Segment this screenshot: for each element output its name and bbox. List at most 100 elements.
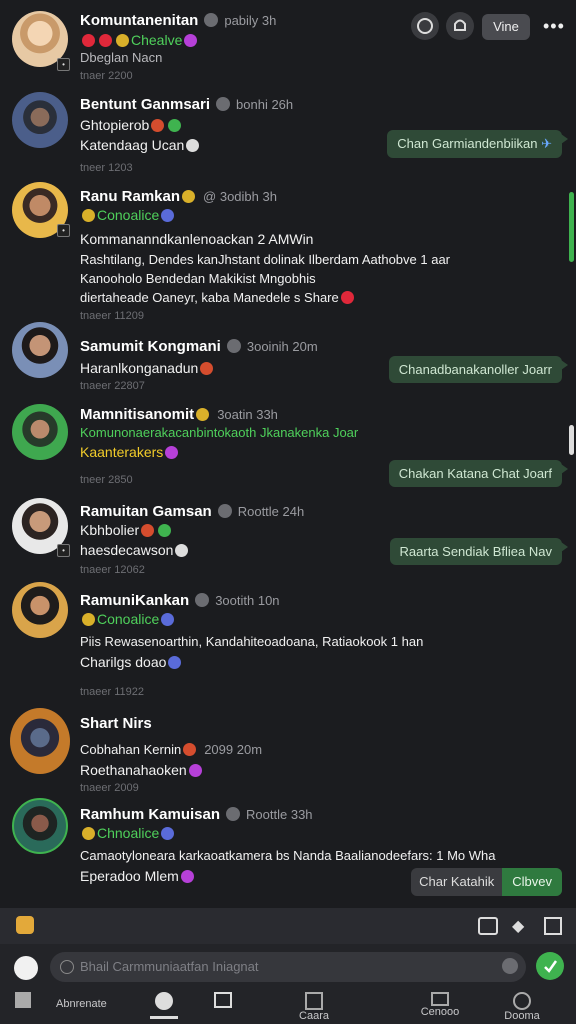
bubble-text: Char Katahik bbox=[419, 874, 495, 889]
more-menu-icon[interactable]: ••• bbox=[543, 16, 565, 37]
chat-feed: Vine ••• • Komuntanenitan pabily 3h Cheal… bbox=[0, 0, 576, 908]
avatar[interactable] bbox=[10, 708, 70, 774]
status-badge: • bbox=[57, 224, 70, 237]
username[interactable]: Shart Nirs bbox=[80, 715, 152, 732]
username[interactable]: Ranu Ramkan bbox=[80, 188, 180, 205]
nav-label-abnrenate[interactable]: Abnrenate bbox=[56, 998, 107, 1010]
timestamp: tneer 2850 bbox=[80, 474, 133, 486]
nav-home[interactable] bbox=[12, 992, 34, 1008]
timestamp: 3ootith 10n bbox=[215, 593, 280, 608]
nav-caara[interactable]: Caara bbox=[296, 992, 332, 1022]
chat-reply-bubble[interactable]: Char Katahik Clbvev bbox=[411, 868, 562, 896]
emoji-icon bbox=[82, 613, 95, 626]
nav-feed[interactable] bbox=[212, 992, 234, 1008]
avatar[interactable] bbox=[12, 322, 68, 378]
tag-label: Conoalice bbox=[97, 611, 160, 627]
username[interactable]: Mamnitisanomit bbox=[80, 406, 194, 423]
message-text: Eperadoo Mlem bbox=[80, 868, 179, 884]
bubble-action-button[interactable]: Clbvev bbox=[502, 868, 562, 896]
heart-icon bbox=[82, 34, 95, 47]
message-text: Komunonaerakacanbintokaoth Jkanakenka Jo… bbox=[80, 425, 359, 440]
timestamp: Roottle 33h bbox=[246, 807, 313, 822]
message-text: Katendaag Ucan bbox=[80, 137, 185, 153]
notifications-button[interactable] bbox=[446, 12, 474, 40]
profile-avatar-button[interactable] bbox=[14, 956, 38, 980]
username[interactable]: RamuniKankan bbox=[80, 592, 189, 609]
send-icon: ✈ bbox=[541, 136, 552, 151]
verified-icon bbox=[216, 97, 231, 111]
tag-label: Conoalice bbox=[97, 207, 160, 223]
heart-icon bbox=[99, 34, 112, 47]
message-text: Haranlkonganadun bbox=[80, 360, 199, 376]
timestamp: 3ooinih 20m bbox=[246, 339, 318, 354]
emoji-icon bbox=[158, 524, 172, 537]
nav-cenooo[interactable]: Cenooo bbox=[420, 992, 460, 1018]
chat-icon bbox=[155, 992, 173, 1010]
status-badge: • bbox=[57, 58, 70, 71]
emoji-picker-icon[interactable] bbox=[16, 916, 34, 934]
heart-icon bbox=[340, 291, 354, 304]
avatar[interactable] bbox=[12, 798, 68, 854]
action-row: ◆ bbox=[0, 908, 576, 944]
message-text: Piis Rewasenoarthin, Kandahiteoadoana, R… bbox=[80, 634, 424, 649]
active-indicator bbox=[150, 1016, 178, 1019]
sub-label: Dbeglan Nacn bbox=[80, 50, 163, 65]
message-text: Rashtilang, Dendes kanJhstant dolinak Il… bbox=[80, 252, 451, 267]
emoji-icon bbox=[180, 870, 194, 883]
avatar[interactable] bbox=[12, 582, 68, 638]
chat-reply-bubble[interactable]: Chan Garmiandenbiikan ✈ bbox=[387, 130, 568, 158]
emoji-icon bbox=[116, 34, 129, 47]
bubble-text: Chanadbanakanoller Joarr bbox=[398, 362, 552, 377]
emoji-icon bbox=[141, 524, 155, 537]
bubble-text: Raarta Sendiak Bfliea Nav bbox=[399, 544, 552, 559]
message-text: Kaanterakers bbox=[80, 444, 164, 460]
message-text: Cobhahan Kernin bbox=[80, 742, 182, 757]
emoji-icon bbox=[161, 613, 175, 626]
verified-icon bbox=[195, 593, 210, 607]
nav-dooma[interactable]: Dooma bbox=[502, 992, 542, 1022]
timestamp: tnaeer 11209 bbox=[80, 310, 145, 322]
scrollbar-track-marker[interactable] bbox=[569, 425, 574, 455]
username[interactable]: Bentunt Ganmsari bbox=[80, 96, 210, 113]
message-text: Camaotyloneara karkaoatkamera bs Nanda B… bbox=[80, 848, 496, 863]
bubble-text: Chakan Katana Chat Joarf bbox=[398, 466, 552, 481]
scrollbar-thumb[interactable] bbox=[569, 192, 574, 262]
nav-discover[interactable] bbox=[150, 992, 178, 1019]
vine-button[interactable]: Vine bbox=[482, 14, 530, 40]
tag-label: Chealve bbox=[131, 32, 183, 48]
emoji-icon bbox=[183, 743, 197, 756]
nav-label: Caara bbox=[299, 1010, 329, 1022]
timestamp: @ 3odibh 3h bbox=[203, 189, 277, 204]
chat-reply-bubble[interactable]: Chakan Katana Chat Joarf bbox=[388, 460, 569, 487]
emoji-icon bbox=[182, 190, 196, 203]
emoji-icon[interactable] bbox=[502, 958, 518, 974]
input-placeholder: Bhail Carmmuniaatfan Iniagnat bbox=[80, 959, 259, 974]
nav-label: Cenooo bbox=[420, 1006, 460, 1018]
timestamp: tnaeer 2009 bbox=[80, 782, 139, 794]
avatar[interactable] bbox=[12, 92, 68, 148]
message-text: Kanooholo Bendedan Makikist Mngobhis bbox=[80, 271, 316, 286]
username[interactable]: Samumit Kongmani bbox=[80, 338, 221, 355]
avatar[interactable] bbox=[12, 404, 68, 460]
message-text: Kommananndkanlenoackan 2 AMWin bbox=[80, 231, 314, 247]
mail-icon bbox=[431, 992, 449, 1006]
username[interactable]: Ramhum Kamuisan bbox=[80, 806, 220, 823]
timestamp: Roottle 24h bbox=[237, 504, 305, 519]
bubble-text: Chan Garmiandenbiikan bbox=[397, 136, 538, 151]
nav-label: Dooma bbox=[504, 1010, 540, 1022]
timestamp: tnaeer 12062 bbox=[80, 564, 145, 576]
username[interactable]: Ramuitan Gamsan bbox=[80, 503, 212, 520]
chat-reply-bubble[interactable]: Raarta Sendiak Bfliea Nav bbox=[389, 538, 569, 565]
profile-switch-button[interactable] bbox=[411, 12, 439, 40]
username[interactable]: Komuntanenitan bbox=[80, 12, 198, 29]
heart-icon bbox=[184, 34, 198, 47]
message-text: Ghtopierob bbox=[80, 117, 150, 133]
send-button[interactable] bbox=[536, 952, 564, 980]
shield-icon[interactable]: ◆ bbox=[512, 916, 524, 936]
camera-icon[interactable] bbox=[478, 917, 498, 935]
profile-icon bbox=[513, 992, 531, 1010]
emoji-icon bbox=[82, 827, 95, 840]
sticker-icon[interactable] bbox=[544, 917, 562, 935]
chat-reply-bubble[interactable]: Chanadbanakanoller Joarr bbox=[388, 356, 569, 383]
message-input[interactable]: Bhail Carmmuniaatfan Iniagnat bbox=[50, 952, 526, 982]
